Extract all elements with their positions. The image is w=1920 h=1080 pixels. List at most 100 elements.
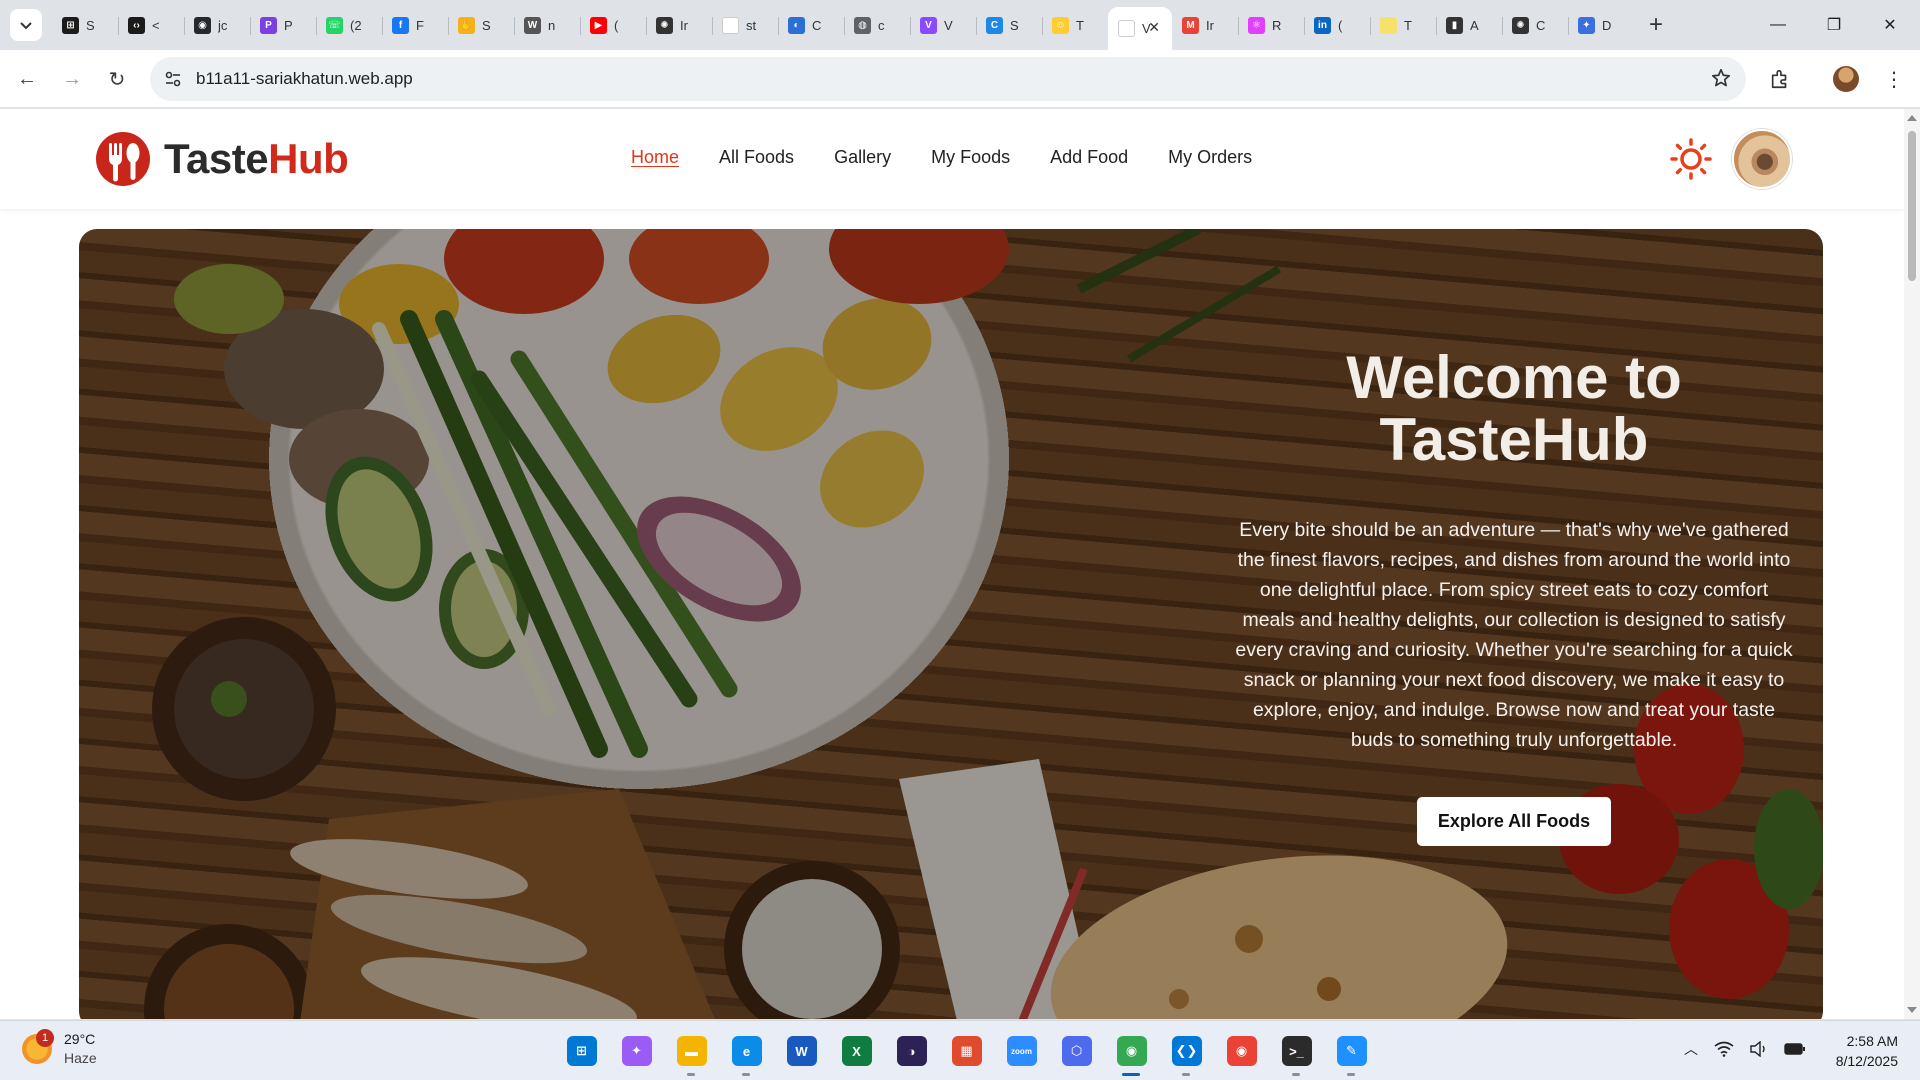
browser-tab[interactable]: ▶( xyxy=(580,7,646,43)
nav-link-home[interactable]: Home xyxy=(631,147,679,168)
site-info-icon[interactable] xyxy=(150,69,196,89)
scroll-up-arrow[interactable] xyxy=(1907,115,1917,121)
close-window-button[interactable]: ✕ xyxy=(1862,0,1918,50)
browser-tab[interactable]: ◍ c xyxy=(844,7,910,43)
taskbar-app[interactable]: e xyxy=(719,1031,774,1076)
site-logo[interactable]: TasteHub xyxy=(94,131,349,187)
browser-tab[interactable]: VV xyxy=(910,7,976,43)
bookmark-star-icon[interactable] xyxy=(1710,67,1732,94)
new-tab-button[interactable]: + xyxy=(1638,7,1674,43)
close-tab-icon[interactable]: ✕ xyxy=(1148,19,1160,36)
clock-date: 8/12/2025 xyxy=(1835,1053,1898,1069)
back-button[interactable]: ← xyxy=(9,61,45,97)
chrome-beta-icon: ◉ xyxy=(1226,1036,1257,1066)
taskbar-app[interactable]: zoom xyxy=(994,1031,1049,1071)
browser-tab[interactable]: ⊞ S xyxy=(52,7,118,43)
hero-content: Welcome to TasteHub Every bite should be… xyxy=(1234,347,1794,846)
browser-tab[interactable]: T xyxy=(1370,7,1436,43)
taskbar-app[interactable]: ⬡ xyxy=(1049,1031,1104,1071)
battery-icon[interactable] xyxy=(1784,1042,1806,1056)
sun-icon[interactable] xyxy=(1670,138,1712,180)
browser-tab[interactable]: PP xyxy=(250,7,316,43)
profile-button[interactable] xyxy=(1828,61,1864,97)
browser-tab[interactable]: ✺ C xyxy=(1502,7,1568,43)
tab-title: D xyxy=(1602,17,1612,33)
tab-title: ( xyxy=(1338,17,1343,33)
taskbar-app[interactable]: ◉ xyxy=(1214,1031,1269,1071)
browser-tab[interactable]: CS xyxy=(976,7,1042,43)
wifi-icon[interactable] xyxy=(1714,1041,1734,1057)
tab-title: T xyxy=(1404,17,1412,33)
user-avatar[interactable] xyxy=(1732,129,1792,189)
extensions-button[interactable] xyxy=(1762,61,1798,97)
taskbar-app[interactable]: ▦ xyxy=(939,1031,994,1071)
page-scrollbar[interactable] xyxy=(1904,109,1920,1019)
tab-title: F xyxy=(416,17,424,33)
hero-title: Welcome to TasteHub xyxy=(1346,344,1682,473)
fork-spoon-logo-icon xyxy=(96,132,150,186)
emoji-icon: ☺ xyxy=(1052,16,1069,34)
restore-button[interactable]: ❐ xyxy=(1806,0,1862,50)
browser-menu-button[interactable]: ⋮ xyxy=(1876,61,1912,97)
scroll-down-arrow[interactable] xyxy=(1907,1007,1917,1013)
browser-tab[interactable]: ◉ jc xyxy=(184,7,250,43)
explore-all-foods-button[interactable]: Explore All Foods xyxy=(1416,797,1612,846)
taskbar-app[interactable]: ◉ xyxy=(1104,1031,1159,1076)
taskbar-app[interactable]: >_ xyxy=(1269,1031,1324,1076)
nav-link-my-foods[interactable]: My Foods xyxy=(931,147,1010,168)
reload-button[interactable]: ↻ xyxy=(99,61,135,97)
taskbar-app[interactable]: ⊞ xyxy=(554,1031,609,1071)
forward-button[interactable]: → xyxy=(54,61,90,97)
browser-tab[interactable]: ☏ (2 xyxy=(316,7,382,43)
running-indicator xyxy=(742,1073,750,1076)
taskbar-app[interactable]: X xyxy=(829,1031,884,1071)
address-bar[interactable]: b11a11-sariakhatun.web.app xyxy=(150,57,1746,101)
browser-tab[interactable]: ‹› < xyxy=(118,7,184,43)
nav-link-my-orders[interactable]: My Orders xyxy=(1168,147,1252,168)
hex-app-icon: ⬡ xyxy=(1061,1036,1092,1066)
taskbar-app[interactable]: ✦ xyxy=(609,1031,664,1071)
minimize-button[interactable]: — xyxy=(1750,0,1806,50)
browser-tab[interactable]: ☺ T xyxy=(1042,7,1108,43)
blank-page-icon xyxy=(722,16,739,34)
restore-icon: ❐ xyxy=(1826,17,1842,34)
browser-tab[interactable]: M Ir xyxy=(1172,7,1238,43)
weather-widget[interactable]: 1 29°C Haze xyxy=(22,1029,97,1068)
c-logo-icon: C xyxy=(986,16,1003,34)
weather-sun-icon: 1 xyxy=(22,1029,54,1064)
browser-tab[interactable]: st xyxy=(712,7,778,43)
browser-tab[interactable]: ✋ S xyxy=(448,7,514,43)
browser-tab[interactable]: V ✕ xyxy=(1108,7,1172,50)
browser-tab[interactable]: in ( xyxy=(1304,7,1370,43)
taskbar-app[interactable]: ◑ xyxy=(884,1031,939,1071)
browser-tab[interactable]: ⚛ R xyxy=(1238,7,1304,43)
taskbar-app[interactable]: ▬ xyxy=(664,1031,719,1076)
taskbar-app[interactable]: ❮❯ xyxy=(1159,1031,1214,1076)
tab-title: S xyxy=(482,17,491,33)
kebab-menu-icon: ⋮ xyxy=(1884,68,1904,91)
nav-link-gallery[interactable]: Gallery xyxy=(834,147,891,168)
nav-link-add-food[interactable]: Add Food xyxy=(1050,147,1128,168)
tab-title: S xyxy=(86,17,95,33)
scroll-thumb[interactable] xyxy=(1908,131,1916,281)
browser-tab[interactable]: ▮ A xyxy=(1436,7,1502,43)
taskbar-app[interactable]: ✎ xyxy=(1324,1031,1379,1076)
taskbar-app[interactable]: W xyxy=(774,1031,829,1071)
running-indicator xyxy=(687,1073,695,1076)
volume-icon[interactable] xyxy=(1750,1041,1768,1057)
browser-tab[interactable]: ✦ D xyxy=(1568,7,1634,43)
running-indicator xyxy=(1347,1073,1355,1076)
tab-title: P xyxy=(284,17,293,33)
start-icon: ⊞ xyxy=(566,1036,597,1066)
chevron-up-icon[interactable]: ︿ xyxy=(1684,1039,1698,1059)
browser-tab[interactable]: ✺ Ir xyxy=(646,7,712,43)
system-clock[interactable]: 2:58 AM 8/12/2025 xyxy=(1822,1031,1898,1071)
nav-link-all-foods[interactable]: All Foods xyxy=(719,147,794,168)
browser-tab[interactable]: fF xyxy=(382,7,448,43)
site-navbar: TasteHub Home All Foods Gallery My Foods Add… xyxy=(0,109,1904,209)
weather-badge: 1 xyxy=(36,1029,54,1047)
address-text[interactable]: b11a11-sariakhatun.web.app xyxy=(196,69,413,89)
browser-tab[interactable]: Wn xyxy=(514,7,580,43)
tab-search-button[interactable] xyxy=(10,9,42,41)
browser-tab[interactable]: ◐ C xyxy=(778,7,844,43)
